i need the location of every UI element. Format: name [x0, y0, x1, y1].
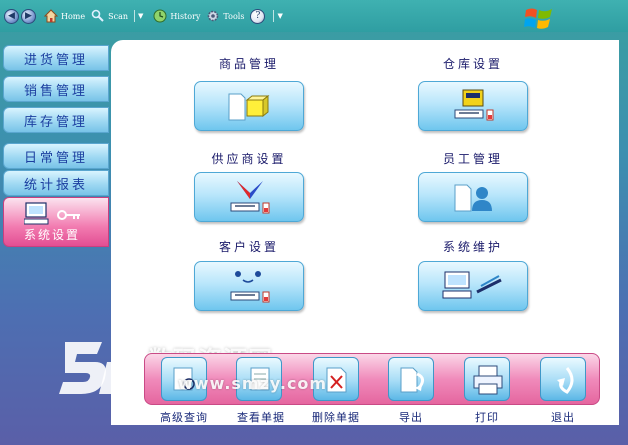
module-title: 客户设置 [218, 240, 279, 254]
history-label: History [170, 11, 201, 21]
warehouse-icon [454, 89, 494, 121]
help-button[interactable]: ? [250, 8, 267, 24]
gear-icon [208, 10, 219, 22]
customer-icon [230, 271, 270, 303]
exit-icon [557, 367, 574, 394]
action-label: 高级查询 [160, 411, 208, 424]
sidebar-item-daily[interactable]: 日常管理 [3, 143, 109, 169]
toolbar-divider [273, 10, 275, 22]
sidebar-item-purchase[interactable]: 进货管理 [3, 45, 109, 71]
exit-button[interactable] [540, 357, 586, 401]
action-label: 查看单据 [237, 411, 285, 424]
module-title: 商品管理 [218, 57, 279, 71]
maintenance-icon [442, 271, 502, 299]
help-dropdown-icon[interactable]: ▼ [277, 12, 282, 20]
module-title: 仓库设置 [442, 57, 503, 71]
sidebar-item-sales[interactable]: 销售管理 [3, 76, 109, 102]
action-label: 删除单据 [312, 411, 360, 424]
supplier-settings-button[interactable] [194, 172, 304, 222]
scan-label: Scan [108, 11, 129, 21]
scan-icon [91, 9, 104, 22]
windows-logo-icon [524, 8, 552, 29]
watermark-logo-icon [59, 342, 140, 394]
help-icon: ? [250, 8, 266, 24]
supplier-icon [230, 181, 270, 214]
watermark-url: www.smzy.com [178, 374, 328, 393]
history-icon [153, 9, 167, 23]
sidebar-item-reports[interactable]: 统计报表 [3, 170, 109, 196]
action-label: 打印 [475, 411, 499, 424]
module-title: 员工管理 [442, 152, 503, 166]
sidebar-item-inventory[interactable]: 库存管理 [3, 107, 109, 133]
sidebar-item-system-settings[interactable]: 系统设置 [3, 197, 109, 247]
computer-key-icon [24, 202, 80, 225]
export-button[interactable] [388, 357, 434, 401]
sidebar-item-label: 日常管理 [24, 150, 89, 166]
toolbar-divider [134, 10, 136, 22]
action-label: 退出 [551, 411, 575, 424]
tools-label: Tools [223, 11, 245, 21]
history-button[interactable]: History [153, 9, 200, 23]
product-icon [228, 93, 270, 121]
home-label: Home [61, 11, 86, 21]
product-management-button[interactable] [194, 81, 304, 131]
export-icon [400, 367, 424, 393]
scan-dropdown-icon[interactable]: ▼ [138, 12, 143, 20]
sidebar-item-label: 统计报表 [24, 177, 89, 193]
sidebar-item-label: 进货管理 [24, 52, 89, 68]
tools-button[interactable]: Tools [206, 9, 244, 23]
customer-settings-button[interactable] [194, 261, 304, 311]
employee-icon [454, 184, 492, 212]
action-label: 导出 [399, 411, 423, 424]
warehouse-settings-button[interactable] [418, 81, 528, 131]
scan-button[interactable]: Scan [91, 9, 128, 23]
forward-icon[interactable]: ▶ [21, 8, 36, 24]
module-title: 系统维护 [442, 240, 503, 254]
employee-management-button[interactable] [418, 172, 528, 222]
print-button[interactable] [464, 357, 510, 401]
print-icon [473, 365, 503, 395]
back-icon[interactable]: ◀ [4, 8, 19, 24]
sidebar-item-label: 系统设置 [24, 228, 81, 242]
home-icon [44, 9, 58, 23]
module-title: 供应商设置 [211, 152, 287, 166]
sidebar-item-label: 销售管理 [24, 83, 89, 99]
sidebar-item-label: 库存管理 [24, 114, 89, 130]
home-button[interactable]: Home [44, 9, 85, 23]
system-maintenance-button[interactable] [418, 261, 528, 311]
